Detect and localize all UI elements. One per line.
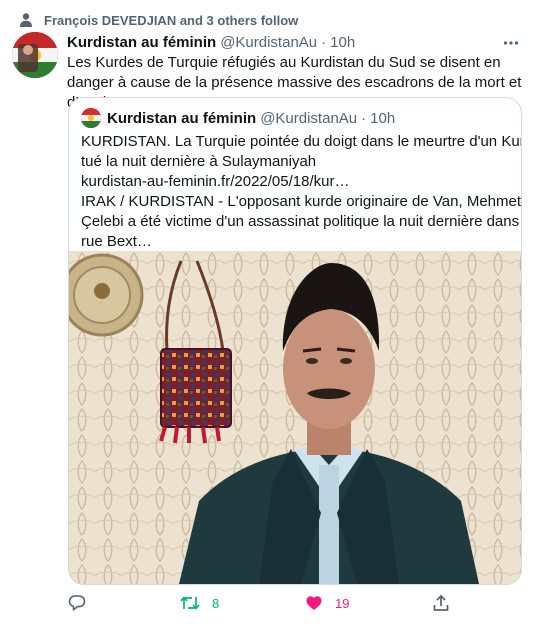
quoted-text: KURDISTAN. La Turquie pointée du doigt d… [81, 132, 522, 252]
tweet-header: Kurdistan au féminin @KurdistanAu · 10h [67, 32, 496, 52]
reply-icon [68, 595, 86, 611]
retweet-count: 8 [212, 595, 220, 611]
time-separator: · [321, 33, 327, 51]
quoted-author-handle: @KurdistanAu [260, 109, 358, 127]
quoted-text-line: KURDISTAN. La Turquie pointée du doigt d… [81, 133, 522, 150]
like-button[interactable]: 19 [305, 590, 349, 616]
person-icon [20, 13, 32, 27]
author-name[interactable]: Kurdistan au féminin [67, 34, 216, 51]
retweet-icon [180, 596, 200, 610]
quoted-header: Kurdistan au féminin @KurdistanAu · 10h [107, 108, 395, 128]
quoted-text-line: tué la nuit dernière à Sulaymaniyah [81, 153, 317, 170]
quoted-text-line: rue Bext… [81, 233, 152, 250]
like-count: 19 [335, 595, 350, 611]
share-icon [433, 594, 449, 611]
quoted-text-line: IRAK / KURDISTAN - L'opposant kurde orig… [81, 193, 522, 210]
author-handle[interactable]: @KurdistanAu [220, 34, 317, 51]
retweet-button[interactable]: 8 [180, 590, 219, 616]
quoted-text-line: Çelebi a été victime d'un assassinat pol… [81, 213, 522, 230]
action-bar: 8 19 [0, 590, 536, 616]
quoted-time-separator: · [361, 109, 367, 127]
quoted-time: 10h [370, 109, 396, 127]
quoted-author-name: Kurdistan au féminin [107, 109, 257, 127]
tweet-avatar[interactable] [12, 32, 58, 78]
reply-button[interactable] [68, 590, 98, 616]
quoted-avatar [81, 108, 101, 128]
social-context-text: François DEVEDJIAN and 3 others follow [44, 12, 299, 28]
quoted-photo [69, 251, 521, 584]
tweet-time[interactable]: 10h [330, 34, 355, 51]
more-icon[interactable] [502, 34, 520, 52]
share-button[interactable] [432, 590, 450, 616]
heart-icon [306, 596, 322, 610]
social-context[interactable]: François DEVEDJIAN and 3 others follow [20, 10, 299, 30]
quoted-tweet[interactable]: Kurdistan au féminin @KurdistanAu · 10h … [68, 97, 522, 585]
quoted-link: kurdistan-au-feminin.fr/2022/05/18/kur… [81, 173, 350, 190]
